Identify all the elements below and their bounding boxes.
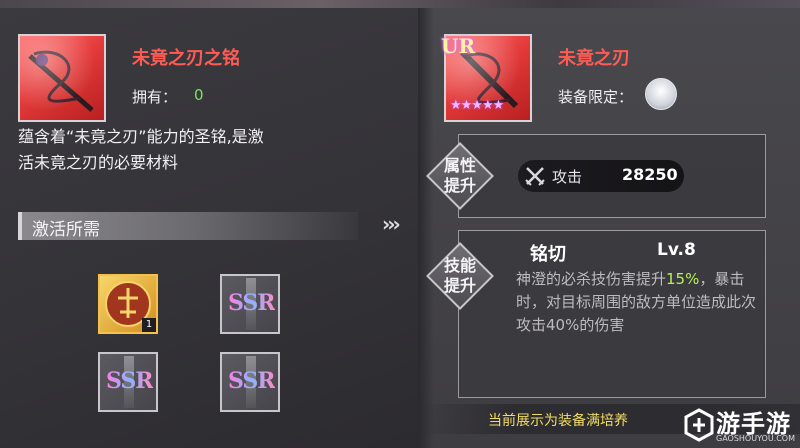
material-slot-ssr[interactable]: SSR [220, 352, 280, 412]
character-avatar[interactable] [645, 78, 677, 110]
requirement-title: 激活所需 [32, 220, 100, 240]
owned-label: 拥有： [132, 88, 178, 106]
star-rating-icon: ★★★★★ [450, 98, 504, 113]
material-slot-emblem[interactable]: 1 [98, 274, 158, 334]
material-count: 1 [142, 318, 156, 332]
watermark-logo-icon [684, 408, 714, 442]
skill-desc-highlight: 15% [666, 270, 700, 288]
skill-section-label: 技能 提升 [440, 256, 480, 296]
item-name: 未竟之刃之铭 [132, 48, 240, 69]
skill-label-line: 技能 [443, 256, 476, 275]
equipment-detail-screen: 未竟之刃之铭 拥有： 0 蕴含着“未竟之刃”能力的圣铭,是激 活未竟之刃的必要材… [0, 0, 800, 448]
skill-level: Lv.8 [657, 240, 696, 260]
material-slot-ssr[interactable]: SSR [220, 274, 280, 334]
owned-value: 0 [194, 86, 204, 104]
attribute-section-label: 属性 提升 [440, 156, 480, 196]
skill-desc-text: 神澄的必杀技伤害提升 [516, 270, 667, 288]
weapon-name: 未竟之刃 [558, 48, 630, 69]
crossed-swords-icon [525, 167, 545, 186]
skill-label-line: 提升 [443, 276, 476, 295]
equip-limit-label: 装备限定： [558, 88, 634, 106]
watermark: 游手游 GAOSHOUYOU.COM [680, 402, 800, 448]
rarity-badge: UR [441, 34, 476, 58]
banner-text: 当前展示为装备满培养 [488, 413, 628, 429]
inscription-item-icon[interactable] [18, 34, 106, 122]
header-strip [0, 0, 800, 8]
stat-pill: 攻击 28250 [518, 160, 684, 192]
panel-divider [418, 8, 434, 448]
material-slot-ssr[interactable]: SSR [98, 352, 158, 412]
attribute-label-line: 提升 [443, 176, 476, 195]
blade-icon [28, 50, 94, 112]
description-line: 活未竟之刃的必要材料 [18, 153, 179, 172]
requirement-header: 激活所需 [18, 212, 358, 240]
ssr-label: SSR [106, 368, 154, 394]
attribute-label-line: 属性 [443, 156, 476, 175]
ssr-label: SSR [228, 290, 276, 316]
skill-name: 铭切 [530, 244, 566, 265]
stat-name: 攻击 [552, 168, 583, 186]
chevron-right-icon: ››› [382, 212, 401, 236]
item-description: 蕴含着“未竟之刃”能力的圣铭,是激 活未竟之刃的必要材料 [18, 124, 358, 176]
ssr-label: SSR [228, 368, 276, 394]
watermark-sub: GAOSHOUYOU.COM [716, 434, 796, 443]
description-line: 蕴含着“未竟之刃”能力的圣铭,是激 [18, 127, 264, 146]
stat-value: 28250 [622, 165, 678, 184]
skill-description: 神澄的必杀技伤害提升15%，暴击时，对目标周围的敌方单位造成此次攻击40%的伤害 [516, 268, 756, 337]
